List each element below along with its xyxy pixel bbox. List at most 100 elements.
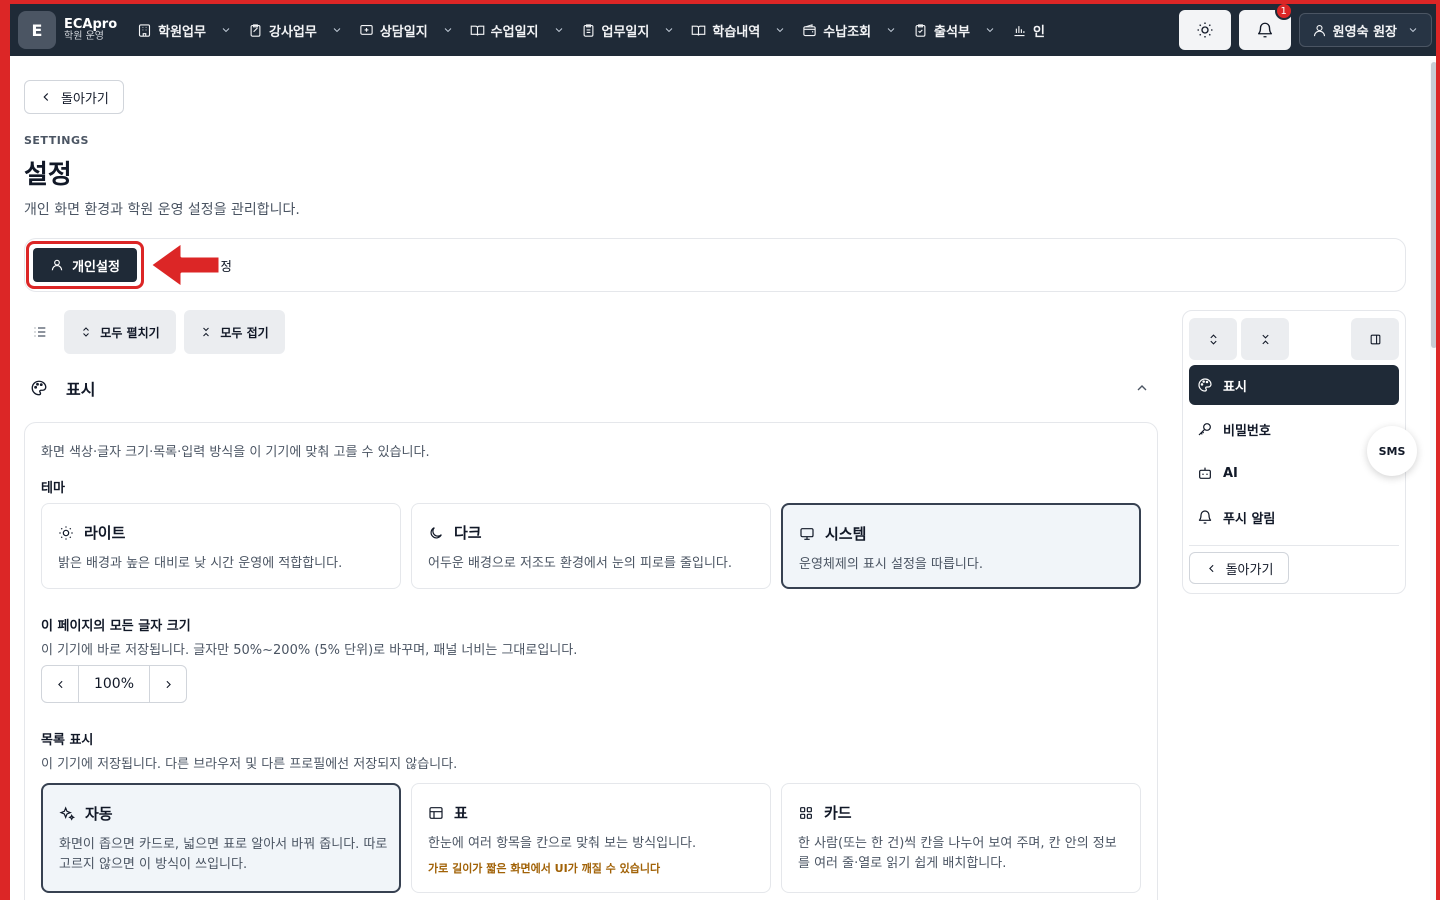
section-description: 화면 색상·글자 크기·목록·입력 방식을 이 기기에 맞춰 고를 수 있습니다…: [41, 445, 430, 460]
bot-icon: [1199, 467, 1211, 479]
font-size-value: 100%: [78, 666, 150, 702]
page-description: 개인 화면 환경과 학원 운영 설정을 관리합니다.: [24, 202, 300, 218]
book-open-icon: [692, 25, 706, 36]
user-icon: [1313, 24, 1325, 36]
nav-item-work-log[interactable]: 업무일지: [581, 21, 676, 40]
palette-icon: [1198, 378, 1212, 392]
sparkles-icon: [59, 805, 75, 821]
chevron-left-icon: [57, 680, 63, 688]
notification-badge: 1: [1274, 4, 1293, 20]
theme-option-light[interactable]: 라이트 밝은 배경과 높은 대비로 낮 시간 운영에 적합합니다.: [41, 503, 401, 589]
nav-item-academy[interactable]: 학원업무: [137, 21, 232, 40]
nav-item-stats[interactable]: 인: [1012, 21, 1045, 40]
panel-right-icon: [1370, 334, 1380, 344]
chevrons-up-down-icon: [1209, 333, 1217, 345]
grid-icon: [800, 806, 812, 819]
nav-item-consult[interactable]: 상담일지: [359, 21, 454, 40]
nav-item-payment[interactable]: 수납조회: [802, 21, 897, 40]
list-icon[interactable]: [32, 324, 48, 340]
user-icon: [51, 259, 63, 271]
scrollbar-thumb[interactable]: [1431, 62, 1437, 348]
annotation-arrow-icon: [148, 240, 222, 290]
chevron-up-icon[interactable]: [1134, 380, 1150, 396]
building-icon: [139, 23, 151, 37]
chevron-down-icon: [986, 28, 994, 33]
theme-toggle-button[interactable]: [1178, 10, 1231, 50]
clipboard-check-icon: [915, 23, 926, 37]
table-warning: 가로 길이가 짧은 화면에서 UI가 깨질 수 있습니다: [428, 862, 661, 875]
theme-label: 테마: [41, 481, 65, 496]
palette-icon: [31, 380, 47, 396]
chevron-left-icon: [43, 93, 49, 101]
side-nav-display[interactable]: 표시: [1189, 365, 1399, 405]
list-option-table[interactable]: 표 한눈에 여러 항목을 칸으로 맞춰 보는 방식입니다. 가로 길이가 짧은 …: [411, 783, 771, 893]
chevron-down-icon: [222, 28, 230, 33]
chevrons-down-up-icon: [1261, 334, 1269, 344]
panel-back-button[interactable]: 돌아가기: [1189, 552, 1289, 584]
theme-option-system[interactable]: 시스템 운영체제의 표시 설정을 따릅니다.: [781, 503, 1141, 589]
wallet-icon: [803, 23, 816, 36]
chevron-down-icon: [444, 28, 451, 33]
list-view-label: 목록 표시: [41, 733, 94, 748]
user-menu-button[interactable]: 원영숙 원장: [1298, 13, 1432, 47]
section-display-header[interactable]: 표시: [30, 376, 95, 400]
sun-icon: [59, 525, 73, 540]
page-title: 설정: [24, 160, 72, 190]
side-nav-push[interactable]: 푸시 알림: [1189, 497, 1399, 537]
moon-icon: [430, 526, 442, 538]
collapse-all-button[interactable]: 모두 접기: [184, 310, 285, 354]
chevron-down-icon: [887, 28, 895, 33]
message-plus-icon: [360, 24, 373, 35]
brand-subtitle: 학원 운영: [64, 30, 104, 42]
font-size-label: 이 페이지의 모든 글자 크기: [41, 619, 191, 634]
notification-button[interactable]: 1: [1238, 4, 1293, 50]
chevron-down-icon: [776, 28, 784, 33]
list-view-description: 이 기기에 저장됩니다. 다른 브라우저 및 다른 프로필에선 저장되지 않습니…: [41, 757, 458, 772]
chevron-right-icon: [165, 680, 171, 688]
nav-item-class-log[interactable]: 수업일지: [470, 21, 565, 40]
nav-item-learning[interactable]: 학습내역: [691, 21, 786, 40]
nav-item-teacher[interactable]: 강사업무: [248, 21, 343, 40]
monitor-icon: [800, 527, 814, 540]
chevron-down-icon: [1409, 28, 1417, 33]
brand: ECApro 학원 운영: [64, 18, 117, 42]
logo[interactable]: E: [18, 11, 56, 49]
brand-name: ECApro: [64, 16, 118, 32]
bar-chart-icon: [1014, 25, 1025, 36]
nav-item-attendance[interactable]: 출석부: [913, 21, 996, 40]
expand-all-button[interactable]: 모두 펼치기: [64, 310, 176, 354]
chevrons-up-down-icon: [83, 327, 90, 337]
bell-icon: [1257, 22, 1272, 38]
panel-toggle-button[interactable]: [1351, 318, 1399, 360]
font-size-increase-button[interactable]: [150, 666, 186, 702]
clipboard-list-icon: [583, 23, 593, 37]
font-size-description: 이 기기에 바로 저장됩니다. 글자만 50%~200% (5% 단위)로 바꾸…: [41, 643, 578, 658]
chevron-down-icon: [555, 28, 562, 33]
page-eyebrow: SETTINGS: [24, 134, 89, 147]
panel-expand-all-button[interactable]: [1189, 318, 1237, 360]
screen-frame-left: [0, 0, 10, 900]
chevron-left-icon: [1208, 564, 1214, 572]
back-button[interactable]: 돌아가기: [24, 80, 124, 114]
panel-collapse-all-button[interactable]: [1241, 318, 1289, 360]
sms-floating-button[interactable]: SMS: [1367, 426, 1417, 476]
chevron-down-icon: [333, 28, 341, 33]
table-icon: [429, 806, 443, 819]
book-open-icon: [470, 25, 484, 36]
font-size-stepper: 100%: [41, 665, 187, 703]
sun-icon: [1197, 22, 1213, 38]
theme-option-dark[interactable]: 다크 어두운 배경으로 저조도 환경에서 눈의 피로를 줄입니다.: [411, 503, 771, 589]
top-navigation: E ECApro 학원 운영 학원업무 강사업무 상담일지 수업일지 업무일지: [10, 4, 1436, 56]
panel-divider: [1189, 545, 1399, 546]
key-icon: [1198, 423, 1211, 436]
clipboard-edit-icon: [250, 23, 261, 37]
chevrons-down-up-icon: [203, 327, 210, 337]
nav-menu: 학원업무 강사업무 상담일지 수업일지 업무일지 학습내역 수납조회 출석부 인: [137, 4, 1061, 56]
chevron-down-icon: [666, 28, 673, 33]
list-option-auto[interactable]: 자동 화면이 좁으면 카드로, 넓으면 표로 알아서 바꿔 줍니다. 따로 고르…: [41, 783, 401, 893]
tab-personal-settings[interactable]: 개인설정: [26, 241, 144, 289]
font-size-decrease-button[interactable]: [42, 666, 78, 702]
list-option-card[interactable]: 카드 한 사람(또는 한 건)씩 칸을 나누어 보여 주며, 칸 안의 정보를 …: [781, 783, 1141, 893]
user-name: 원영숙 원장: [1332, 24, 1397, 40]
bell-icon: [1198, 510, 1212, 524]
